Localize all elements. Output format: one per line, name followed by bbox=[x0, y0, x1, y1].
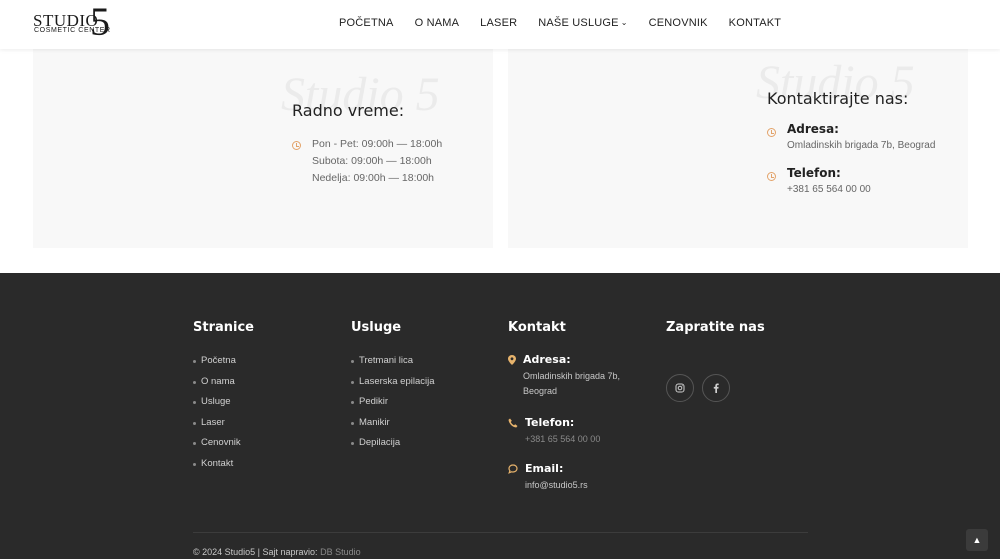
address-label: Adresa: bbox=[787, 122, 839, 136]
instagram-icon[interactable] bbox=[666, 374, 694, 402]
credit-link[interactable]: DB Studio bbox=[320, 547, 361, 557]
footer-link-laserska-epilacija[interactable]: Laserska epilacija bbox=[351, 376, 435, 397]
hours-line: Pon - Pet: 09:00h — 18:00h bbox=[312, 138, 443, 150]
footer-link-o-nama[interactable]: O nama bbox=[193, 376, 241, 397]
footer-link-kontakt[interactable]: Kontakt bbox=[193, 458, 241, 479]
footer-link-pedikir[interactable]: Pedikir bbox=[351, 396, 435, 417]
nav-item-pocetna[interactable]: POČETNA bbox=[339, 17, 394, 29]
footer-follow-title: Zapratite nas bbox=[666, 320, 765, 335]
footer-pages-list: Početna O nama Usluge Laser Cenovnik Kon… bbox=[193, 355, 241, 478]
footer-link-pocetna[interactable]: Početna bbox=[193, 355, 241, 376]
hours-line: Nedelja: 09:00h — 18:00h bbox=[312, 172, 435, 184]
logo[interactable]: STUDIO COSMETIC CENTER 5 bbox=[33, 2, 113, 42]
main-nav: POČETNA O NAMA LASER NAŠE USLUGE ⌄ CENOVN… bbox=[339, 17, 802, 29]
footer-link-tretmani-lica[interactable]: Tretmani lica bbox=[351, 355, 435, 376]
phone-label: Telefon: bbox=[787, 166, 841, 180]
footer-phone-value[interactable]: +381 65 564 00 00 bbox=[525, 432, 600, 447]
site-header: STUDIO COSMETIC CENTER 5 POČETNA O NAMA … bbox=[0, 0, 1000, 49]
footer-copyright: © 2024 Studio5 | Sajt napravio: DB Studi… bbox=[193, 547, 361, 557]
footer-divider bbox=[193, 532, 808, 533]
footer-link-usluge[interactable]: Usluge bbox=[193, 396, 241, 417]
nav-item-nase-usluge-label: NAŠE USLUGE bbox=[538, 17, 619, 29]
footer-email-value[interactable]: info@studio5.rs bbox=[525, 478, 588, 493]
nav-item-nase-usluge[interactable]: NAŠE USLUGE ⌄ bbox=[538, 17, 627, 29]
clock-icon bbox=[767, 128, 776, 137]
arrow-up-icon[interactable]: ▲ bbox=[966, 529, 988, 551]
footer-services-title: Usluge bbox=[351, 320, 402, 335]
hours-title: Radno vreme: bbox=[292, 101, 405, 120]
facebook-icon[interactable] bbox=[702, 374, 730, 402]
footer-link-manikir[interactable]: Manikir bbox=[351, 417, 435, 438]
footer-email-label: Email: bbox=[525, 462, 564, 475]
footer-link-depilacija[interactable]: Depilacija bbox=[351, 437, 435, 458]
contact-title: Kontaktirajte nas: bbox=[767, 89, 909, 108]
hours-line: Subota: 09:00h — 18:00h bbox=[312, 155, 432, 167]
footer-address-line2: Beograd bbox=[523, 386, 558, 396]
nav-item-cenovnik[interactable]: CENOVNIK bbox=[649, 17, 708, 29]
footer-pages-title: Stranice bbox=[193, 320, 254, 335]
footer-contact-title: Kontakt bbox=[508, 320, 566, 335]
nav-item-o-nama[interactable]: O NAMA bbox=[415, 17, 460, 29]
site-footer: Stranice Početna O nama Usluge Laser Cen… bbox=[0, 273, 1000, 559]
footer-address-label: Adresa: bbox=[523, 353, 571, 366]
footer-link-laser[interactable]: Laser bbox=[193, 417, 241, 438]
phone-icon bbox=[508, 418, 518, 431]
hours-card: Studio 5 Radno vreme: Pon - Pet: 09:00h … bbox=[33, 49, 493, 248]
copyright-text: © 2024 Studio5 | Sajt napravio: bbox=[193, 547, 318, 557]
clock-icon bbox=[767, 172, 776, 181]
footer-address-line1: Omladinskih brigada 7b, bbox=[523, 371, 621, 381]
logo-number: 5 bbox=[90, 0, 110, 44]
nav-item-laser[interactable]: LASER bbox=[480, 17, 517, 29]
contact-card: Studio 5 Kontaktirajte nas: Adresa: Omla… bbox=[508, 49, 968, 248]
footer-phone-label: Telefon: bbox=[525, 416, 575, 429]
address-value: Omladinskih brigada 7b, Beograd bbox=[787, 140, 936, 151]
clock-icon bbox=[292, 141, 301, 150]
location-pin-icon bbox=[508, 355, 516, 368]
footer-services-list: Tretmani lica Laserska epilacija Pedikir… bbox=[351, 355, 435, 458]
nav-item-kontakt[interactable]: KONTAKT bbox=[729, 17, 782, 29]
footer-link-cenovnik[interactable]: Cenovnik bbox=[193, 437, 241, 458]
chat-icon bbox=[508, 464, 518, 477]
chevron-down-icon: ⌄ bbox=[620, 18, 628, 27]
phone-value[interactable]: +381 65 564 00 00 bbox=[787, 184, 871, 195]
